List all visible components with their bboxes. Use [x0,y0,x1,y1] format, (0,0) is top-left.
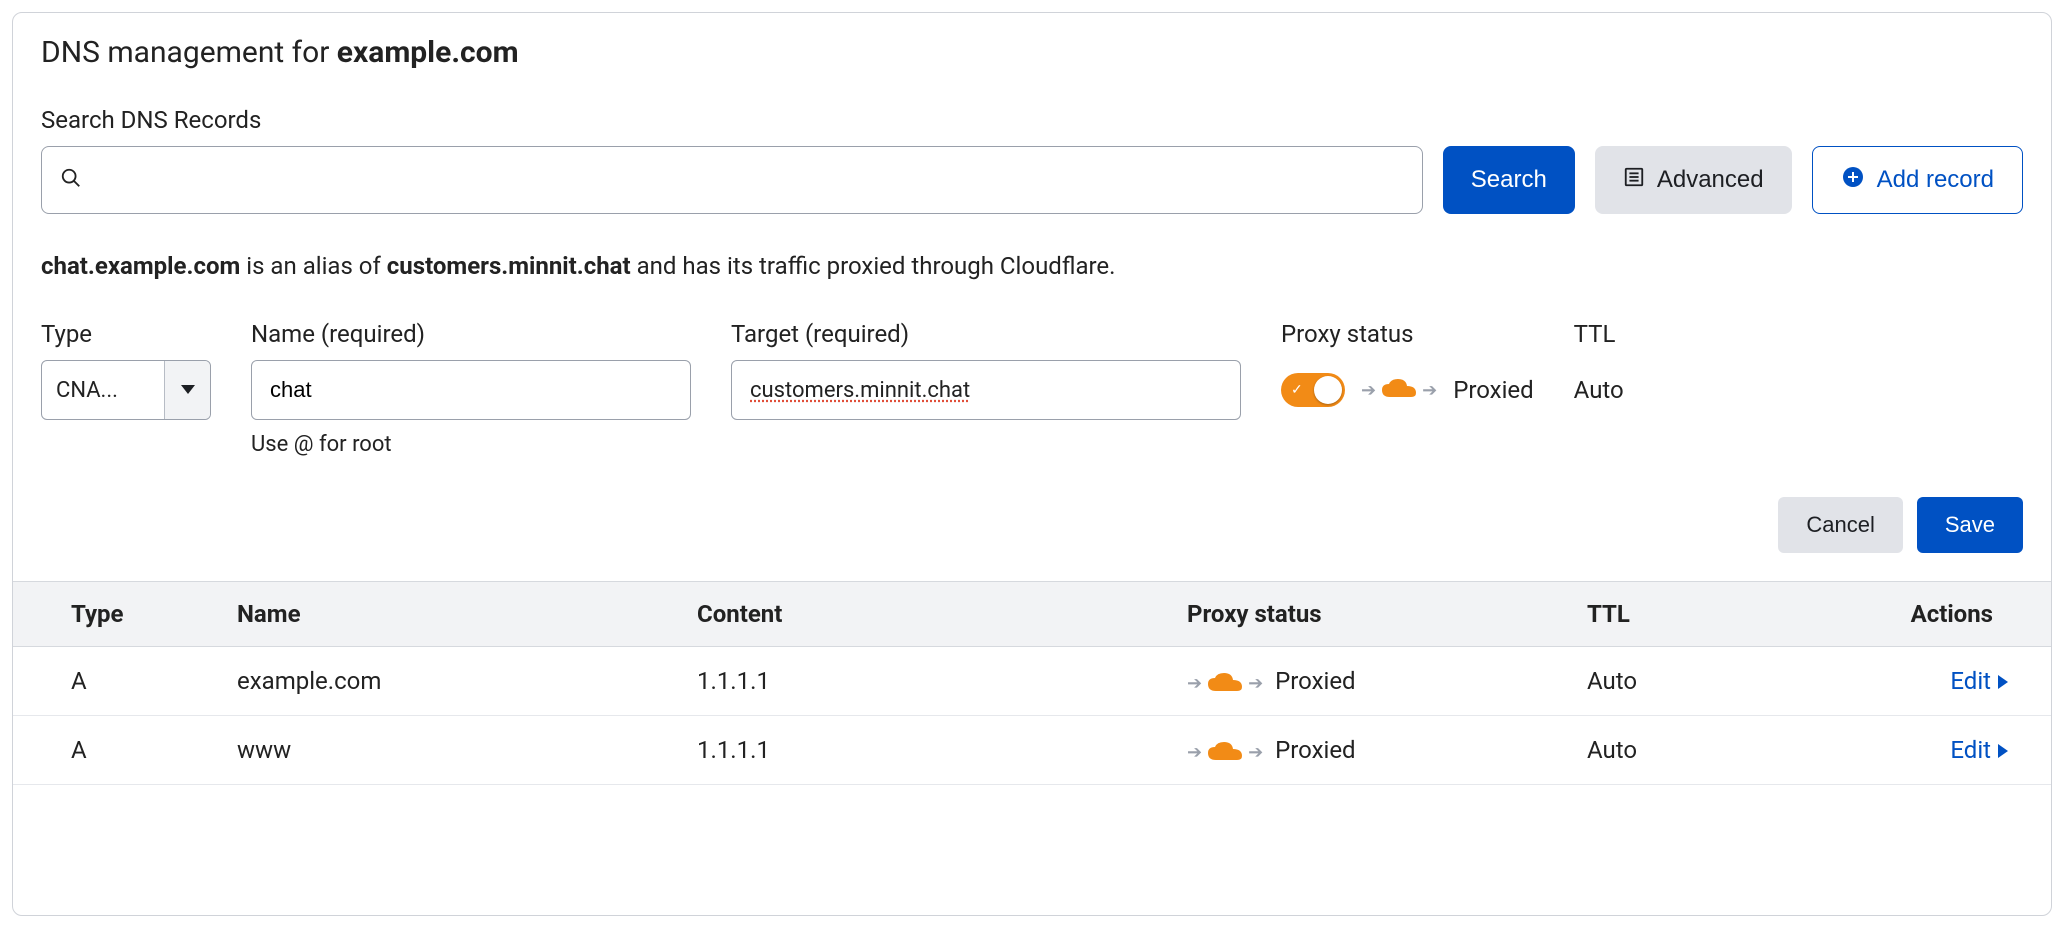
save-button[interactable]: Save [1917,497,2023,553]
cloud-icon: ➔ ➔ [1187,742,1263,764]
add-record-button[interactable]: Add record [1812,146,2023,214]
check-icon: ✓ [1291,382,1303,398]
target-value: customers.minnit.chat [750,378,970,403]
type-label: Type [41,320,211,348]
th-type: Type [13,582,213,647]
cancel-button[interactable]: Cancel [1778,497,1902,553]
search-row: Search Advanced Add record [41,146,2023,214]
advanced-label: Advanced [1657,166,1764,194]
name-label: Name (required) [251,320,691,348]
plus-circle-icon [1841,165,1865,196]
table-row: A example.com 1.1.1.1 ➔ ➔ Proxied Auto E… [13,647,2051,716]
ttl-value: Auto [1574,360,1624,420]
table-row: A www 1.1.1.1 ➔ ➔ Proxied Auto Edit [13,716,2051,785]
add-record-label: Add record [1877,166,1994,194]
cell-proxy: ➔ ➔ Proxied [1163,716,1563,785]
th-name: Name [213,582,673,647]
cell-type: A [13,647,213,716]
record-summary: chat.example.com is an alias of customer… [41,252,2023,280]
title-domain: example.com [337,35,519,70]
target-label: Target (required) [731,320,1241,348]
target-input[interactable]: customers.minnit.chat [731,360,1241,420]
search-input[interactable] [41,146,1423,214]
cell-content: 1.1.1.1 [673,716,1163,785]
title-prefix: DNS management for [41,35,337,70]
target-field-group: Target (required) customers.minnit.chat [731,320,1241,420]
ttl-label: TTL [1574,320,1624,348]
summary-target: customers.minnit.chat [387,252,631,280]
cell-proxy: ➔ ➔ Proxied [1163,647,1563,716]
dns-records-table: Type Name Content Proxy status TTL Actio… [13,581,2051,785]
type-value: CNA... [42,378,164,403]
record-form: Type CNA... Name (required) Use @ for ro… [41,320,2023,457]
ttl-field-group: TTL Auto [1574,320,1624,420]
search-label: Search DNS Records [41,106,2023,134]
chevron-right-icon [1997,736,2009,764]
advanced-button[interactable]: Advanced [1595,146,1792,214]
cell-type: A [13,716,213,785]
cell-content: 1.1.1.1 [673,647,1163,716]
name-field-group: Name (required) Use @ for root [251,320,691,457]
summary-subdomain: chat.example.com [41,252,240,280]
cell-name: example.com [213,647,673,716]
cell-ttl: Auto [1563,647,1763,716]
chevron-down-icon [164,361,210,419]
type-select[interactable]: CNA... [41,360,211,420]
proxy-toggle[interactable]: ✓ [1281,373,1345,407]
edit-button[interactable]: Edit [1950,667,2009,695]
cloud-icon: ➔ ➔ [1187,673,1263,695]
chevron-right-icon [1997,667,2009,695]
type-field: Type CNA... [41,320,211,420]
th-proxy: Proxy status [1163,582,1563,647]
proxy-label: Proxy status [1281,320,1534,348]
name-helper: Use @ for root [251,432,691,457]
list-icon [1623,166,1645,195]
search-icon [60,167,82,194]
cell-name: www [213,716,673,785]
search-button[interactable]: Search [1443,146,1575,214]
cloud-icon: ➔ ➔ [1361,379,1437,401]
proxy-field-group: Proxy status ✓ ➔ ➔ Proxied [1281,320,1534,420]
form-actions: Cancel Save [41,497,2023,553]
name-input[interactable] [251,360,691,420]
proxy-status-value: Proxied [1453,376,1533,404]
dns-management-panel: DNS management for example.com Search DN… [12,12,2052,916]
edit-button[interactable]: Edit [1950,736,2009,764]
th-actions: Actions [1763,582,2051,647]
page-title: DNS management for example.com [41,35,2023,70]
th-content: Content [673,582,1163,647]
cell-ttl: Auto [1563,716,1763,785]
th-ttl: TTL [1563,582,1763,647]
